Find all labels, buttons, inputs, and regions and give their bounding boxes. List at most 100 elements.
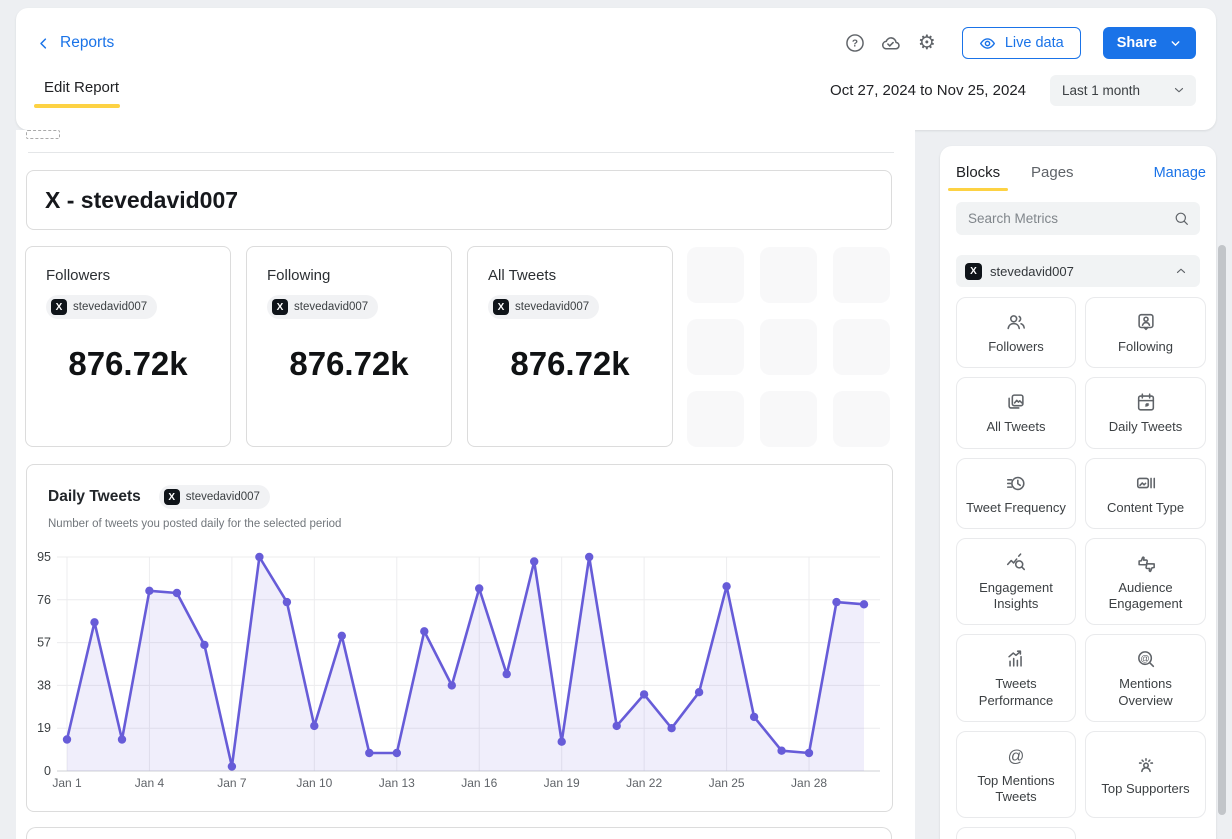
chevron-down-icon bbox=[1172, 83, 1186, 97]
sidebar-block-tile[interactable]: All Tweets bbox=[956, 377, 1076, 448]
svg-text:57: 57 bbox=[37, 636, 51, 650]
chevron-down-icon bbox=[1169, 37, 1182, 50]
chart-subtitle: Number of tweets you posted daily for th… bbox=[27, 509, 892, 530]
tab-pages[interactable]: Pages bbox=[1031, 164, 1074, 181]
following-icon bbox=[1135, 310, 1157, 334]
svg-text:Jan 16: Jan 16 bbox=[461, 776, 497, 790]
placeholder-tile bbox=[833, 319, 890, 375]
back-to-reports-link[interactable]: Reports bbox=[36, 34, 114, 52]
account-badge: stevedavid007 bbox=[159, 485, 270, 509]
svg-text:Jan 7: Jan 7 bbox=[217, 776, 247, 790]
date-range-text: Oct 27, 2024 to Nov 25, 2024 bbox=[830, 82, 1026, 99]
metric-card-title: All Tweets bbox=[488, 267, 652, 284]
svg-text:0: 0 bbox=[44, 764, 51, 778]
block-label: Mentions Overview bbox=[1092, 676, 1199, 709]
x-logo-icon bbox=[272, 299, 288, 315]
back-chevron-icon bbox=[36, 36, 51, 51]
search-metrics-box bbox=[956, 202, 1200, 235]
x-logo-icon bbox=[164, 489, 180, 505]
placeholder-tile bbox=[687, 319, 744, 375]
content-type-icon bbox=[1135, 471, 1157, 495]
metric-card-title: Following bbox=[267, 267, 431, 284]
block-label: Daily Tweets bbox=[1109, 419, 1182, 435]
sidebar-block-tile[interactable]: Following bbox=[1085, 297, 1206, 368]
mentions-overview-icon: @ bbox=[1135, 647, 1157, 671]
block-label: Tweets Performance bbox=[963, 676, 1069, 709]
placeholder-tile bbox=[760, 247, 817, 303]
block-label: Top Supporters bbox=[1101, 781, 1189, 797]
placeholder-grid bbox=[687, 247, 890, 447]
account-header-label: stevedavid007 bbox=[990, 264, 1166, 279]
manage-link[interactable]: Manage bbox=[1154, 165, 1206, 181]
account-accordion-header[interactable]: stevedavid007 bbox=[956, 255, 1200, 287]
sidebar-block-tile[interactable] bbox=[956, 827, 1076, 839]
svg-text:Jan 25: Jan 25 bbox=[709, 776, 745, 790]
sidebar-block-tile[interactable]: @ Mentions Overview bbox=[1085, 634, 1206, 722]
svg-text:@: @ bbox=[1008, 747, 1025, 765]
settings-gear-icon[interactable]: ⚙ bbox=[912, 28, 942, 58]
header-top-row: Reports ? ⚙ Live data Share bbox=[16, 26, 1216, 60]
placeholder-tile bbox=[687, 247, 744, 303]
share-button[interactable]: Share bbox=[1103, 27, 1196, 59]
placeholder-tile bbox=[760, 391, 817, 447]
account-name: stevedavid007 bbox=[73, 301, 147, 313]
svg-text:@: @ bbox=[1140, 654, 1149, 664]
x-logo-icon bbox=[493, 299, 509, 315]
block-label: Audience Engagement bbox=[1092, 580, 1199, 613]
sidebar-block-tile[interactable]: Engagement Insights bbox=[956, 538, 1076, 626]
sidebar-block-tile[interactable]: Content Type bbox=[1085, 458, 1206, 529]
eye-icon bbox=[979, 35, 996, 52]
placeholder-tile bbox=[833, 247, 890, 303]
report-title-block[interactable]: X - stevedavid007 bbox=[26, 170, 892, 230]
svg-text:76: 76 bbox=[37, 593, 51, 607]
account-badge: stevedavid007 bbox=[267, 295, 378, 319]
report-canvas: X - stevedavid007 Followers stevedavid00… bbox=[16, 130, 915, 839]
chart-header: Daily Tweets stevedavid007 bbox=[27, 465, 892, 509]
tweets-performance-icon bbox=[1005, 647, 1027, 671]
date-range-select[interactable]: Last 1 month bbox=[1050, 75, 1196, 106]
svg-text:Jan 19: Jan 19 bbox=[544, 776, 580, 790]
block-label: Followers bbox=[988, 339, 1044, 355]
metric-card[interactable]: Followers stevedavid007 876.72k bbox=[25, 246, 231, 447]
metric-card[interactable]: Following stevedavid007 876.72k bbox=[246, 246, 452, 447]
page-scrollbar[interactable] bbox=[1218, 245, 1226, 815]
audience-engagement-icon bbox=[1135, 551, 1157, 575]
sidebar-block-tile[interactable]: Followers bbox=[956, 297, 1076, 368]
metric-card[interactable]: All Tweets stevedavid007 876.72k bbox=[467, 246, 673, 447]
account-name: stevedavid007 bbox=[186, 491, 260, 503]
x-logo-icon bbox=[51, 299, 67, 315]
header-card: Reports ? ⚙ Live data Share bbox=[16, 8, 1216, 130]
top-supporters-icon bbox=[1135, 752, 1157, 776]
block-label: Content Type bbox=[1107, 500, 1184, 516]
back-link-label: Reports bbox=[60, 34, 114, 52]
account-badge: stevedavid007 bbox=[488, 295, 599, 319]
sidebar-block-tile[interactable]: @ Top Mentions Tweets bbox=[956, 731, 1076, 819]
next-block-partial bbox=[26, 827, 892, 839]
live-data-label: Live data bbox=[1005, 35, 1064, 51]
header-bottom-row: Edit Report Oct 27, 2024 to Nov 25, 2024… bbox=[16, 70, 1216, 116]
chevron-up-icon bbox=[1174, 264, 1188, 278]
daily-tweets-card[interactable]: Daily Tweets stevedavid007 Number of twe… bbox=[26, 464, 893, 812]
cloud-sync-icon[interactable] bbox=[876, 28, 906, 58]
metric-cards-row: Followers stevedavid007 876.72k Followin… bbox=[25, 246, 673, 447]
sidebar-block-tile[interactable]: Daily Tweets bbox=[1085, 377, 1206, 448]
sidebar-block-tile[interactable]: Top Supporters bbox=[1085, 731, 1206, 819]
metric-value: 876.72k bbox=[267, 345, 431, 383]
metric-value: 876.72k bbox=[488, 345, 652, 383]
search-metrics-input[interactable] bbox=[968, 211, 1173, 226]
sidebar-block-tile[interactable]: Audience Engagement bbox=[1085, 538, 1206, 626]
help-icon[interactable]: ? bbox=[840, 28, 870, 58]
search-icon bbox=[1173, 210, 1190, 227]
sidebar-block-tile[interactable]: Tweets Performance bbox=[956, 634, 1076, 722]
live-data-button[interactable]: Live data bbox=[962, 27, 1081, 59]
share-label: Share bbox=[1117, 35, 1157, 51]
metric-blocks-grid: Followers Following All Tweets Daily Twe… bbox=[956, 297, 1206, 839]
svg-text:Jan 22: Jan 22 bbox=[626, 776, 662, 790]
placeholder-tile bbox=[687, 391, 744, 447]
block-label: Top Mentions Tweets bbox=[963, 773, 1069, 806]
tab-edit-report[interactable]: Edit Report bbox=[40, 75, 123, 112]
tab-blocks[interactable]: Blocks bbox=[956, 164, 1000, 181]
sidebar-block-tile[interactable]: Tweet Frequency bbox=[956, 458, 1076, 529]
engagement-insights-icon bbox=[1005, 551, 1027, 575]
svg-text:Jan 10: Jan 10 bbox=[296, 776, 332, 790]
